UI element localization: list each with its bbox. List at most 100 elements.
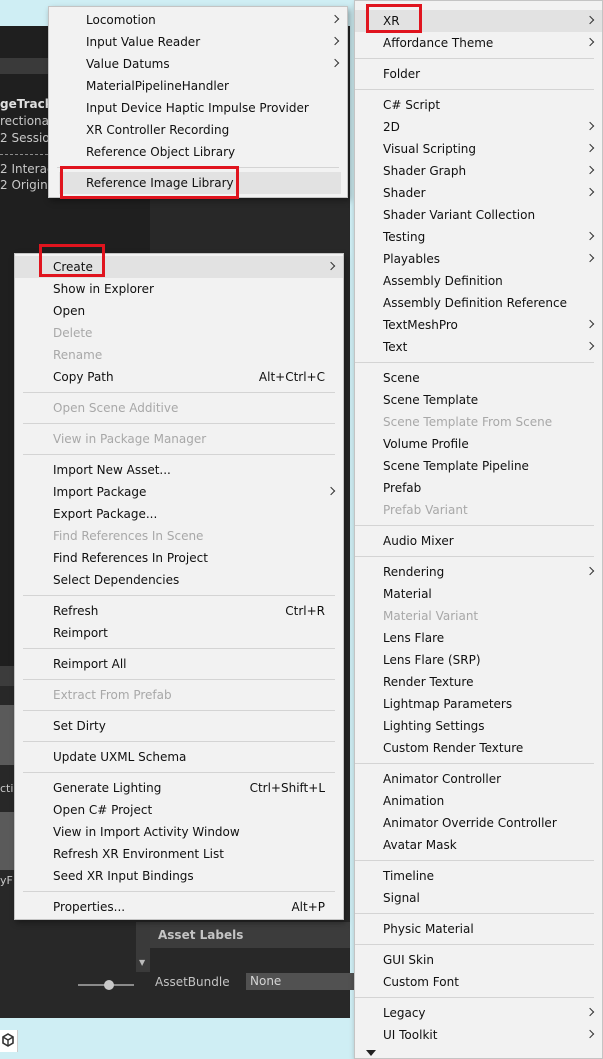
menu-item-material-pipeline-handler[interactable]: MaterialPipelineHandler	[49, 75, 347, 97]
menu-item-custom-font[interactable]: Custom Font	[355, 971, 602, 993]
asset-bundle-label: AssetBundle	[155, 975, 230, 989]
menu-separator	[355, 556, 594, 557]
menu-item-find-references-in-scene: Find References In Scene	[53, 529, 204, 543]
hierarchy-divider	[0, 154, 48, 155]
menu-item-scene[interactable]: Scene	[355, 367, 602, 389]
menu-item-lighting-settings[interactable]: Lighting Settings	[355, 715, 602, 737]
menu-item-refresh-xr-environment-list[interactable]: Refresh XR Environment List	[15, 843, 343, 865]
menu-item-legacy[interactable]: Legacy	[355, 1002, 602, 1024]
chevron-right-icon	[585, 1029, 595, 1039]
asset-bundle-row: AssetBundle None	[150, 972, 356, 992]
menu-item-animator-override-controller[interactable]: Animator Override Controller	[355, 812, 602, 834]
zoom-slider-handle[interactable]	[104, 980, 114, 990]
chevron-right-icon	[585, 253, 595, 263]
menu-item-custom-render-texture[interactable]: Custom Render Texture	[355, 737, 602, 759]
menu-item-material[interactable]: Material	[355, 583, 602, 605]
menu-item-xr-controller-recording[interactable]: XR Controller Recording	[49, 119, 347, 141]
menu-item-lens-flare-srp[interactable]: Lens Flare (SRP)	[355, 649, 602, 671]
hierarchy-item[interactable]: rectional	[0, 114, 52, 128]
menu-item-audio-mixer[interactable]: Audio Mixer	[355, 530, 602, 552]
menu-item-avatar-mask[interactable]: Avatar Mask	[355, 834, 602, 856]
menu-item-affordance-theme[interactable]: Affordance Theme	[355, 32, 602, 54]
menu-item-shader[interactable]: Shader	[355, 182, 602, 204]
menu-item-haptic-impulse-provider[interactable]: Input Device Haptic Impulse Provider	[49, 97, 347, 119]
menu-separator	[355, 525, 594, 526]
highlight-box-reference-image-library	[60, 166, 239, 199]
menu-item-shader-variant-collection[interactable]: Shader Variant Collection	[355, 204, 602, 226]
menu-item-show-in-explorer[interactable]: Show in Explorer	[15, 278, 343, 300]
menu-item-value-datums[interactable]: Value Datums	[49, 53, 347, 75]
menu-item-find-references-in-project[interactable]: Find References In Project	[15, 547, 343, 569]
menu-item-animator-controller[interactable]: Animator Controller	[355, 768, 602, 790]
menu-item-refresh[interactable]: Refresh Ctrl+R	[15, 600, 343, 622]
asset-label: yF	[0, 874, 13, 887]
menu-item-physic-material[interactable]: Physic Material	[355, 918, 602, 940]
menu-item-locomotion[interactable]: Locomotion	[49, 9, 347, 31]
menu-item-folder[interactable]: Folder	[355, 63, 602, 85]
menu-item-assembly-definition[interactable]: Assembly Definition	[355, 270, 602, 292]
menu-item-copy-path[interactable]: Copy Path Alt+Ctrl+C	[15, 366, 343, 388]
menu-item-scene-template-from-scene: Scene Template From Scene	[383, 415, 553, 429]
menu-separator	[355, 89, 594, 90]
menu-item-gui-skin[interactable]: GUI Skin	[355, 949, 602, 971]
menu-item-2d[interactable]: 2D	[355, 116, 602, 138]
menu-item-animation[interactable]: Animation	[355, 790, 602, 812]
chevron-right-icon	[585, 143, 595, 153]
menu-item-import-new-asset[interactable]: Import New Asset...	[15, 459, 343, 481]
asset-bundle-dropdown[interactable]: None	[246, 973, 356, 990]
menu-item-testing[interactable]: Testing	[355, 226, 602, 248]
chevron-right-icon	[585, 37, 595, 47]
menu-item-prefab[interactable]: Prefab	[355, 477, 602, 499]
shortcut-label: Alt+P	[291, 900, 325, 914]
scroll-down-icon[interactable]: ▼	[139, 958, 145, 967]
menu-item-signal[interactable]: Signal	[355, 887, 602, 909]
menu-item-assembly-definition-reference[interactable]: Assembly Definition Reference	[355, 292, 602, 314]
menu-item-view-in-import-activity-window[interactable]: View in Import Activity Window	[15, 821, 343, 843]
menu-item-text[interactable]: Text	[355, 336, 602, 358]
menu-item-volume-profile[interactable]: Volume Profile	[355, 433, 602, 455]
chevron-right-icon	[585, 341, 595, 351]
menu-item-timeline[interactable]: Timeline	[355, 865, 602, 887]
menu-separator	[23, 772, 335, 773]
menu-item-import-package[interactable]: Import Package	[15, 481, 343, 503]
asset-thumbnail[interactable]	[0, 812, 14, 870]
menu-item-generate-lighting[interactable]: Generate Lighting Ctrl+Shift+L	[15, 777, 343, 799]
chevron-right-icon	[585, 165, 595, 175]
menu-item-scene-template[interactable]: Scene Template	[355, 389, 602, 411]
chevron-right-icon	[585, 566, 595, 576]
menu-item-reimport[interactable]: Reimport	[15, 622, 343, 644]
menu-item-scene-template-pipeline[interactable]: Scene Template Pipeline	[355, 455, 602, 477]
chevron-right-icon	[585, 187, 595, 197]
menu-item-textmeshpro[interactable]: TextMeshPro	[355, 314, 602, 336]
menu-item-open-csharp-project[interactable]: Open C# Project	[15, 799, 343, 821]
menu-item-render-texture[interactable]: Render Texture	[355, 671, 602, 693]
menu-item-lightmap-parameters[interactable]: Lightmap Parameters	[355, 693, 602, 715]
chevron-right-icon	[585, 1007, 595, 1017]
chevron-right-icon	[585, 231, 595, 241]
menu-item-shader-graph[interactable]: Shader Graph	[355, 160, 602, 182]
menu-item-rendering[interactable]: Rendering	[355, 561, 602, 583]
menu-item-playables[interactable]: Playables	[355, 248, 602, 270]
menu-item-visual-scripting[interactable]: Visual Scripting	[355, 138, 602, 160]
menu-item-ui-toolkit[interactable]: UI Toolkit	[355, 1024, 602, 1046]
menu-separator	[355, 58, 594, 59]
menu-item-properties[interactable]: Properties... Alt+P	[15, 896, 343, 918]
menu-item-extract-from-prefab: Extract From Prefab	[53, 688, 172, 702]
hierarchy-header-strip	[0, 58, 48, 74]
menu-item-open[interactable]: Open	[15, 300, 343, 322]
menu-item-export-package[interactable]: Export Package...	[15, 503, 343, 525]
asset-thumbnail[interactable]	[0, 705, 14, 765]
menu-separator	[23, 891, 335, 892]
menu-item-select-dependencies[interactable]: Select Dependencies	[15, 569, 343, 591]
menu-item-reference-object-library[interactable]: Reference Object Library	[49, 141, 347, 163]
menu-separator	[355, 913, 594, 914]
menu-item-csharp-script[interactable]: C# Script	[355, 94, 602, 116]
menu-item-reimport-all[interactable]: Reimport All	[15, 653, 343, 675]
highlight-box-xr	[366, 4, 422, 33]
menu-item-seed-xr-input-bindings[interactable]: Seed XR Input Bindings	[15, 865, 343, 887]
menu-item-set-dirty[interactable]: Set Dirty	[15, 715, 343, 737]
menu-item-update-uxml-schema[interactable]: Update UXML Schema	[15, 746, 343, 768]
menu-item-input-value-reader[interactable]: Input Value Reader	[49, 31, 347, 53]
menu-item-lens-flare[interactable]: Lens Flare	[355, 627, 602, 649]
scroll-down-arrow-icon[interactable]	[366, 1050, 376, 1056]
